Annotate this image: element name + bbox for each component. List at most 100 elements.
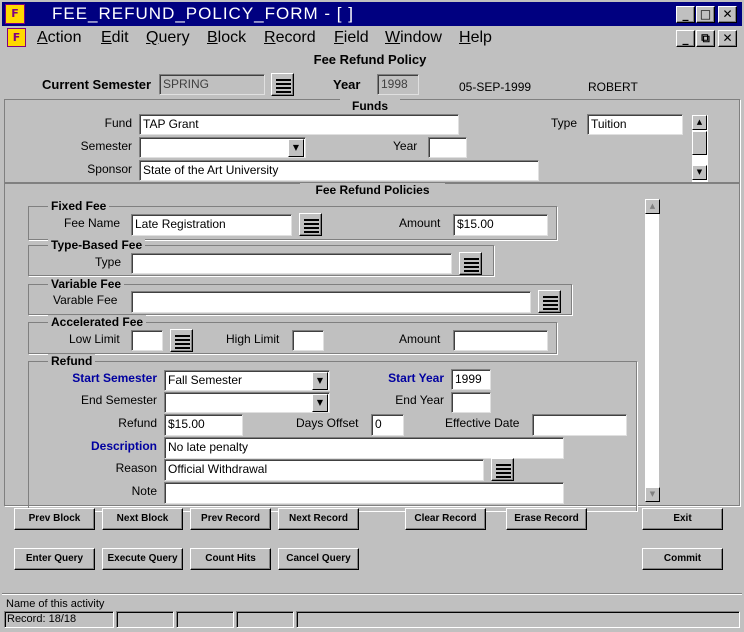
- note-field[interactable]: [164, 482, 564, 504]
- reason-lov-button[interactable]: [491, 458, 514, 481]
- chevron-down-icon[interactable]: ▼: [288, 139, 304, 157]
- minimize-button[interactable]: _: [676, 6, 695, 23]
- maximize-button[interactable]: □: [696, 6, 715, 23]
- semester-label: Semester: [80, 139, 132, 153]
- menu-bar: F Action Edit Query Block Record Field W…: [2, 26, 742, 50]
- type-based-type-label: Type: [95, 255, 122, 269]
- status-record: Record: 18/18: [7, 613, 77, 625]
- current-date: 05-SEP-1999: [459, 80, 532, 94]
- minimize-icon: _: [682, 7, 689, 21]
- scroll-up-icon[interactable]: ▲: [645, 199, 660, 214]
- maximize-icon: □: [699, 7, 712, 21]
- document-icon[interactable]: F: [7, 28, 26, 47]
- chevron-down-icon[interactable]: ▼: [312, 372, 328, 390]
- next-record-button[interactable]: Next Record: [278, 508, 359, 530]
- count-hits-button[interactable]: Count Hits: [190, 548, 271, 570]
- erase-record-button[interactable]: Erase Record: [506, 508, 587, 530]
- close-button[interactable]: ✕: [718, 6, 737, 23]
- fund-type-label: Type: [551, 116, 578, 130]
- clear-record-button[interactable]: Clear Record: [405, 508, 486, 530]
- days-offset-label: Days Offset: [296, 416, 359, 430]
- start-year-label: Start Year: [388, 371, 444, 385]
- variable-fee-field[interactable]: [131, 291, 531, 313]
- start-year-field[interactable]: 1999: [451, 369, 491, 390]
- menu-edit[interactable]: Edit: [101, 29, 129, 47]
- refund-amount-label: Refund: [118, 416, 157, 430]
- window-title: FEE_REFUND_POLICY_FORM - [ ]: [52, 4, 354, 23]
- end-year-field[interactable]: [451, 392, 491, 413]
- high-limit-field[interactable]: [292, 330, 324, 351]
- minimize-icon: _: [682, 31, 689, 45]
- execute-query-button[interactable]: Execute Query: [102, 548, 183, 570]
- prev-block-button[interactable]: Prev Block: [14, 508, 95, 530]
- description-field[interactable]: No late penalty: [164, 437, 564, 459]
- start-semester-select[interactable]: Fall Semester: [164, 370, 330, 391]
- list-icon: [276, 79, 291, 93]
- menu-action[interactable]: Action: [37, 29, 81, 47]
- scroll-thumb[interactable]: [692, 131, 707, 155]
- exit-button[interactable]: Exit: [642, 508, 723, 530]
- cancel-query-button[interactable]: Cancel Query: [278, 548, 359, 570]
- variable-lov-button[interactable]: [538, 290, 561, 313]
- low-limit-lov-button[interactable]: [170, 329, 193, 352]
- menu-block[interactable]: Block: [207, 29, 246, 47]
- doc-minimize-button[interactable]: _: [676, 30, 695, 47]
- commit-button[interactable]: Commit: [642, 548, 723, 570]
- effective-date-field[interactable]: [532, 414, 627, 436]
- scroll-down-icon[interactable]: ▼: [692, 165, 707, 180]
- next-block-button[interactable]: Next Block: [102, 508, 183, 530]
- low-limit-label: Low Limit: [69, 332, 120, 346]
- days-offset-field[interactable]: 0: [371, 414, 404, 436]
- policies-scrollbar[interactable]: ▲ ▼: [644, 198, 660, 503]
- status-separator: [2, 593, 742, 595]
- status-panel-4: [236, 611, 294, 628]
- scroll-up-icon[interactable]: ▲: [692, 115, 707, 130]
- chevron-down-icon[interactable]: ▼: [312, 394, 328, 412]
- enter-query-button[interactable]: Enter Query: [14, 548, 95, 570]
- fund-field[interactable]: TAP Grant: [139, 114, 459, 135]
- refund-amount-field[interactable]: $15.00: [164, 414, 243, 436]
- doc-restore-button[interactable]: ⧉: [696, 30, 715, 47]
- effective-date-label: Effective Date: [445, 416, 520, 430]
- doc-close-button[interactable]: ✕: [718, 30, 737, 47]
- start-semester-label: Start Semester: [72, 371, 157, 385]
- fixed-fee-title: Fixed Fee: [48, 199, 110, 213]
- fund-year-field[interactable]: [428, 137, 467, 158]
- fund-label: Fund: [104, 116, 132, 130]
- description-label: Description: [90, 439, 157, 453]
- current-semester-field[interactable]: SPRING: [159, 74, 265, 95]
- reason-field[interactable]: Official Withdrawal: [164, 459, 484, 481]
- list-icon: [175, 335, 190, 349]
- accelerated-amount-field[interactable]: [453, 330, 548, 351]
- accelerated-amount-label: Amount: [399, 332, 441, 346]
- current-semester-lov-button[interactable]: [271, 73, 294, 96]
- end-semester-select[interactable]: [164, 392, 330, 413]
- fixed-amount-label: Amount: [399, 216, 441, 230]
- menu-window[interactable]: Window: [385, 29, 442, 47]
- menu-query[interactable]: Query: [146, 29, 190, 47]
- semester-select[interactable]: [139, 137, 306, 158]
- scroll-down-icon[interactable]: ▼: [645, 487, 660, 502]
- prev-record-button[interactable]: Prev Record: [190, 508, 271, 530]
- current-semester-label: Current Semester: [42, 77, 152, 92]
- accelerated-fee-title: Accelerated Fee: [48, 315, 147, 329]
- low-limit-field[interactable]: [131, 330, 163, 351]
- year-field[interactable]: 1998: [377, 74, 419, 95]
- status-panel-3: [176, 611, 234, 628]
- type-based-type-field[interactable]: [131, 253, 452, 274]
- status-panel-2: [116, 611, 174, 628]
- menu-field[interactable]: Field: [334, 29, 369, 47]
- type-lov-button[interactable]: [459, 252, 482, 275]
- oracle-forms-icon[interactable]: F: [5, 4, 25, 24]
- sponsor-field[interactable]: State of the Art University: [139, 160, 539, 181]
- fixed-amount-field[interactable]: $15.00: [453, 214, 548, 236]
- menu-help[interactable]: Help: [459, 29, 492, 47]
- fee-name-lov-button[interactable]: [299, 213, 322, 236]
- funds-header: Funds: [340, 99, 400, 113]
- menu-record[interactable]: Record: [264, 29, 316, 47]
- funds-scrollbar[interactable]: ▲ ▼: [692, 115, 708, 182]
- title-bar: F FEE_REFUND_POLICY_FORM - [ ] _ □ ✕: [2, 2, 742, 26]
- fee-name-field[interactable]: Late Registration: [131, 214, 292, 236]
- policies-header: Fee Refund Policies: [300, 183, 445, 197]
- fund-type-field[interactable]: Tuition: [587, 114, 683, 135]
